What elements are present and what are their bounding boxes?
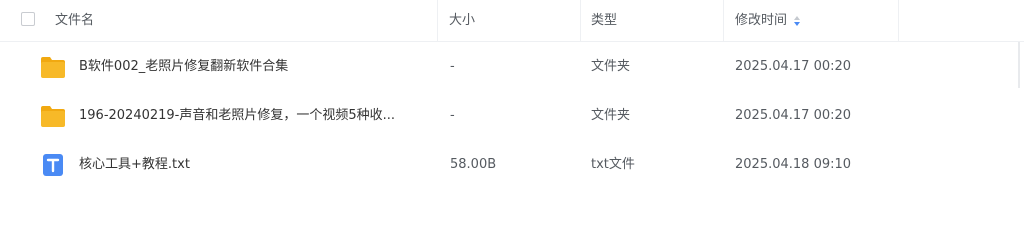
file-modified: 2025.04.17 00:20 bbox=[735, 59, 852, 74]
file-name[interactable]: 核心工具+教程.txt bbox=[79, 156, 190, 174]
scrollbar[interactable] bbox=[1018, 42, 1020, 88]
file-modified: 2025.04.17 00:20 bbox=[735, 108, 852, 123]
file-row[interactable]: 196-20240219-声音和老照片修复，一个视频5种收... - 文件夹 2… bbox=[0, 92, 1018, 140]
column-divider[interactable] bbox=[898, 0, 899, 41]
file-row[interactable]: B软件002_老照片修复翻新软件合集 - 文件夹 2025.04.17 00:2… bbox=[0, 43, 1018, 91]
file-type: 文件夹 bbox=[591, 108, 631, 123]
file-name[interactable]: 196-20240219-声音和老照片修复，一个视频5种收... bbox=[79, 107, 395, 125]
sort-icon[interactable] bbox=[793, 15, 801, 27]
file-list: 文件名 大小 类型 修改时间 B软件002_老照片修复翻新软件合集 - 文件夹 … bbox=[0, 0, 1024, 242]
folder-icon bbox=[41, 106, 65, 127]
file-type: 文件夹 bbox=[591, 59, 631, 74]
file-type: txt文件 bbox=[591, 157, 635, 172]
column-header-size[interactable]: 大小 bbox=[449, 12, 475, 30]
file-size: - bbox=[450, 108, 455, 123]
file-size: - bbox=[450, 59, 455, 74]
txt-file-icon bbox=[43, 154, 63, 176]
select-all-checkbox[interactable] bbox=[21, 12, 35, 26]
column-header-type[interactable]: 类型 bbox=[591, 12, 617, 30]
column-divider[interactable] bbox=[437, 0, 438, 41]
column-header-modified[interactable]: 修改时间 bbox=[735, 12, 787, 30]
file-name[interactable]: B软件002_老照片修复翻新软件合集 bbox=[79, 58, 288, 76]
file-size: 58.00B bbox=[450, 157, 497, 172]
file-modified: 2025.04.18 09:10 bbox=[735, 157, 852, 172]
folder-icon bbox=[41, 57, 65, 78]
column-header-name[interactable]: 文件名 bbox=[55, 12, 94, 30]
column-divider[interactable] bbox=[580, 0, 581, 41]
file-row[interactable]: 核心工具+教程.txt 58.00B txt文件 2025.04.18 09:1… bbox=[0, 141, 1018, 189]
file-list-header: 文件名 大小 类型 修改时间 bbox=[0, 0, 1024, 42]
column-divider[interactable] bbox=[723, 0, 724, 41]
